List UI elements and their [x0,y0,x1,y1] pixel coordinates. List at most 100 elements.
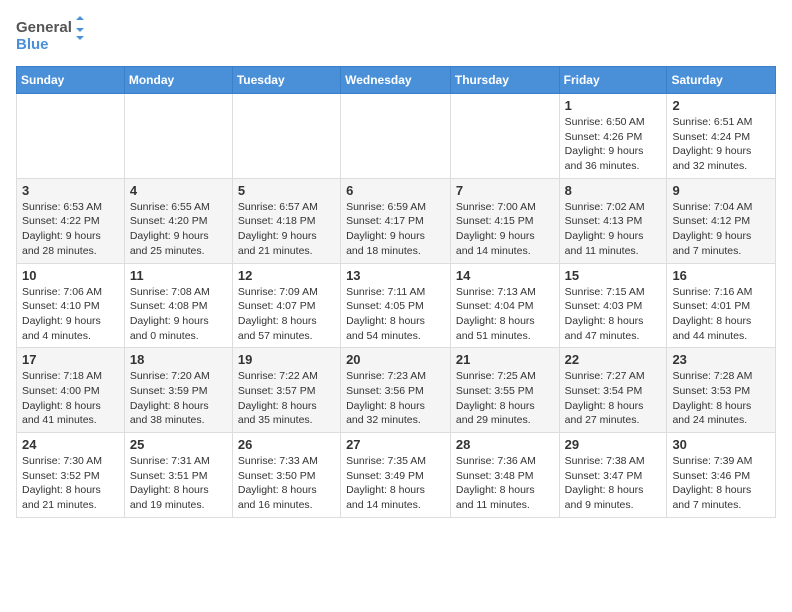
day-number: 11 [130,268,227,283]
day-number: 6 [346,183,445,198]
day-number: 14 [456,268,554,283]
svg-text:General: General [16,19,72,36]
calendar-week-4: 17 Sunrise: 7:18 AM Sunset: 4:00 PM Dayli… [17,348,776,433]
day-number: 9 [672,183,770,198]
calendar-cell: 18 Sunrise: 7:20 AM Sunset: 3:59 PM Dayli… [124,348,232,433]
day-number: 7 [456,183,554,198]
calendar-cell: 22 Sunrise: 7:27 AM Sunset: 3:54 PM Dayli… [559,348,667,433]
calendar-cell: 9Sunrise: 7:04 AM Sunset: 4:12 PM Daylig… [667,178,776,263]
calendar-cell: 1Sunrise: 6:50 AM Sunset: 4:26 PM Daylig… [559,94,667,179]
column-header-monday: Monday [124,67,232,94]
day-number: 8 [565,183,662,198]
calendar-cell: 27 Sunrise: 7:35 AM Sunset: 3:49 PM Dayli… [341,433,451,518]
day-info: Sunrise: 7:11 AM Sunset: 4:05 PM Dayligh… [346,285,445,344]
calendar-cell: 30 Sunrise: 7:39 AM Sunset: 3:46 PM Dayli… [667,433,776,518]
column-header-sunday: Sunday [17,67,125,94]
day-number: 10 [22,268,119,283]
calendar-cell: 8 Sunrise: 7:02 AM Sunset: 4:13 PM Daylig… [559,178,667,263]
calendar-cell: 6 Sunrise: 6:59 AM Sunset: 4:17 PM Daylig… [341,178,451,263]
calendar-cell: 2 Sunrise: 6:51 AM Sunset: 4:24 PM Daylig… [667,94,776,179]
calendar-cell: 19 Sunrise: 7:22 AM Sunset: 3:57 PM Dayli… [232,348,340,433]
calendar-cell: 16 Sunrise: 7:16 AM Sunset: 4:01 PM Dayli… [667,263,776,348]
day-info: Sunrise: 7:16 AM Sunset: 4:01 PM Dayligh… [672,285,770,344]
day-info: Sunrise: 7:09 AM Sunset: 4:07 PM Dayligh… [238,285,335,344]
calendar-cell: 13 Sunrise: 7:11 AM Sunset: 4:05 PM Dayli… [341,263,451,348]
calendar-cell: 3Sunrise: 6:53 AM Sunset: 4:22 PM Daylig… [17,178,125,263]
calendar-cell [232,94,340,179]
calendar-week-2: 3Sunrise: 6:53 AM Sunset: 4:22 PM Daylig… [17,178,776,263]
day-number: 29 [565,437,662,452]
day-info: Sunrise: 7:15 AM Sunset: 4:03 PM Dayligh… [565,285,662,344]
calendar-cell [450,94,559,179]
calendar-cell: 14 Sunrise: 7:13 AM Sunset: 4:04 PM Dayli… [450,263,559,348]
day-number: 22 [565,352,662,367]
day-info: Sunrise: 7:36 AM Sunset: 3:48 PM Dayligh… [456,454,554,513]
day-number: 18 [130,352,227,367]
day-number: 12 [238,268,335,283]
day-info: Sunrise: 7:31 AM Sunset: 3:51 PM Dayligh… [130,454,227,513]
column-header-thursday: Thursday [450,67,559,94]
day-info: Sunrise: 7:06 AM Sunset: 4:10 PM Dayligh… [22,285,119,344]
day-info: Sunrise: 7:23 AM Sunset: 3:56 PM Dayligh… [346,369,445,428]
day-number: 27 [346,437,445,452]
column-header-tuesday: Tuesday [232,67,340,94]
day-info: Sunrise: 7:02 AM Sunset: 4:13 PM Dayligh… [565,200,662,259]
calendar-cell: 28 Sunrise: 7:36 AM Sunset: 3:48 PM Dayli… [450,433,559,518]
day-info: Sunrise: 6:57 AM Sunset: 4:18 PM Dayligh… [238,200,335,259]
day-number: 13 [346,268,445,283]
calendar-cell: 26 Sunrise: 7:33 AM Sunset: 3:50 PM Dayli… [232,433,340,518]
day-info: Sunrise: 7:27 AM Sunset: 3:54 PM Dayligh… [565,369,662,428]
calendar-week-3: 10 Sunrise: 7:06 AM Sunset: 4:10 PM Dayli… [17,263,776,348]
day-info: Sunrise: 6:53 AM Sunset: 4:22 PM Dayligh… [22,200,119,259]
day-info: Sunrise: 7:00 AM Sunset: 4:15 PM Dayligh… [456,200,554,259]
calendar-cell: 4 Sunrise: 6:55 AM Sunset: 4:20 PM Daylig… [124,178,232,263]
day-number: 30 [672,437,770,452]
calendar-cell: 29Sunrise: 7:38 AM Sunset: 3:47 PM Dayli… [559,433,667,518]
day-info: Sunrise: 6:51 AM Sunset: 4:24 PM Dayligh… [672,115,770,174]
day-info: Sunrise: 6:59 AM Sunset: 4:17 PM Dayligh… [346,200,445,259]
page-header: General Blue [16,16,776,58]
day-number: 21 [456,352,554,367]
day-number: 20 [346,352,445,367]
day-number: 26 [238,437,335,452]
calendar-cell: 11 Sunrise: 7:08 AM Sunset: 4:08 PM Dayli… [124,263,232,348]
day-number: 5 [238,183,335,198]
day-number: 4 [130,183,227,198]
day-info: Sunrise: 7:35 AM Sunset: 3:49 PM Dayligh… [346,454,445,513]
calendar-cell: 10 Sunrise: 7:06 AM Sunset: 4:10 PM Dayli… [17,263,125,348]
calendar-cell: 25 Sunrise: 7:31 AM Sunset: 3:51 PM Dayli… [124,433,232,518]
calendar-week-5: 24Sunrise: 7:30 AM Sunset: 3:52 PM Dayli… [17,433,776,518]
calendar-table: SundayMondayTuesdayWednesdayThursdayFrid… [16,66,776,518]
calendar-cell: 24Sunrise: 7:30 AM Sunset: 3:52 PM Dayli… [17,433,125,518]
day-info: Sunrise: 7:22 AM Sunset: 3:57 PM Dayligh… [238,369,335,428]
day-info: Sunrise: 6:50 AM Sunset: 4:26 PM Dayligh… [565,115,662,174]
calendar-cell: 23 Sunrise: 7:28 AM Sunset: 3:53 PM Dayli… [667,348,776,433]
day-info: Sunrise: 7:18 AM Sunset: 4:00 PM Dayligh… [22,369,119,428]
day-info: Sunrise: 7:13 AM Sunset: 4:04 PM Dayligh… [456,285,554,344]
logo-svg: General Blue [16,16,86,58]
day-info: Sunrise: 7:08 AM Sunset: 4:08 PM Dayligh… [130,285,227,344]
day-info: Sunrise: 7:20 AM Sunset: 3:59 PM Dayligh… [130,369,227,428]
calendar-cell [124,94,232,179]
day-number: 28 [456,437,554,452]
calendar-cell: 7 Sunrise: 7:00 AM Sunset: 4:15 PM Daylig… [450,178,559,263]
day-info: Sunrise: 7:28 AM Sunset: 3:53 PM Dayligh… [672,369,770,428]
calendar-cell: 12 Sunrise: 7:09 AM Sunset: 4:07 PM Dayli… [232,263,340,348]
day-info: Sunrise: 6:55 AM Sunset: 4:20 PM Dayligh… [130,200,227,259]
column-header-wednesday: Wednesday [341,67,451,94]
day-number: 2 [672,98,770,113]
day-number: 25 [130,437,227,452]
day-info: Sunrise: 7:33 AM Sunset: 3:50 PM Dayligh… [238,454,335,513]
calendar-cell [341,94,451,179]
day-info: Sunrise: 7:30 AM Sunset: 3:52 PM Dayligh… [22,454,119,513]
calendar-cell: 21Sunrise: 7:25 AM Sunset: 3:55 PM Dayli… [450,348,559,433]
day-number: 17 [22,352,119,367]
day-number: 16 [672,268,770,283]
day-number: 19 [238,352,335,367]
column-header-saturday: Saturday [667,67,776,94]
day-info: Sunrise: 7:39 AM Sunset: 3:46 PM Dayligh… [672,454,770,513]
column-header-friday: Friday [559,67,667,94]
day-number: 23 [672,352,770,367]
calendar-cell: 5 Sunrise: 6:57 AM Sunset: 4:18 PM Daylig… [232,178,340,263]
calendar-cell: 20 Sunrise: 7:23 AM Sunset: 3:56 PM Dayli… [341,348,451,433]
